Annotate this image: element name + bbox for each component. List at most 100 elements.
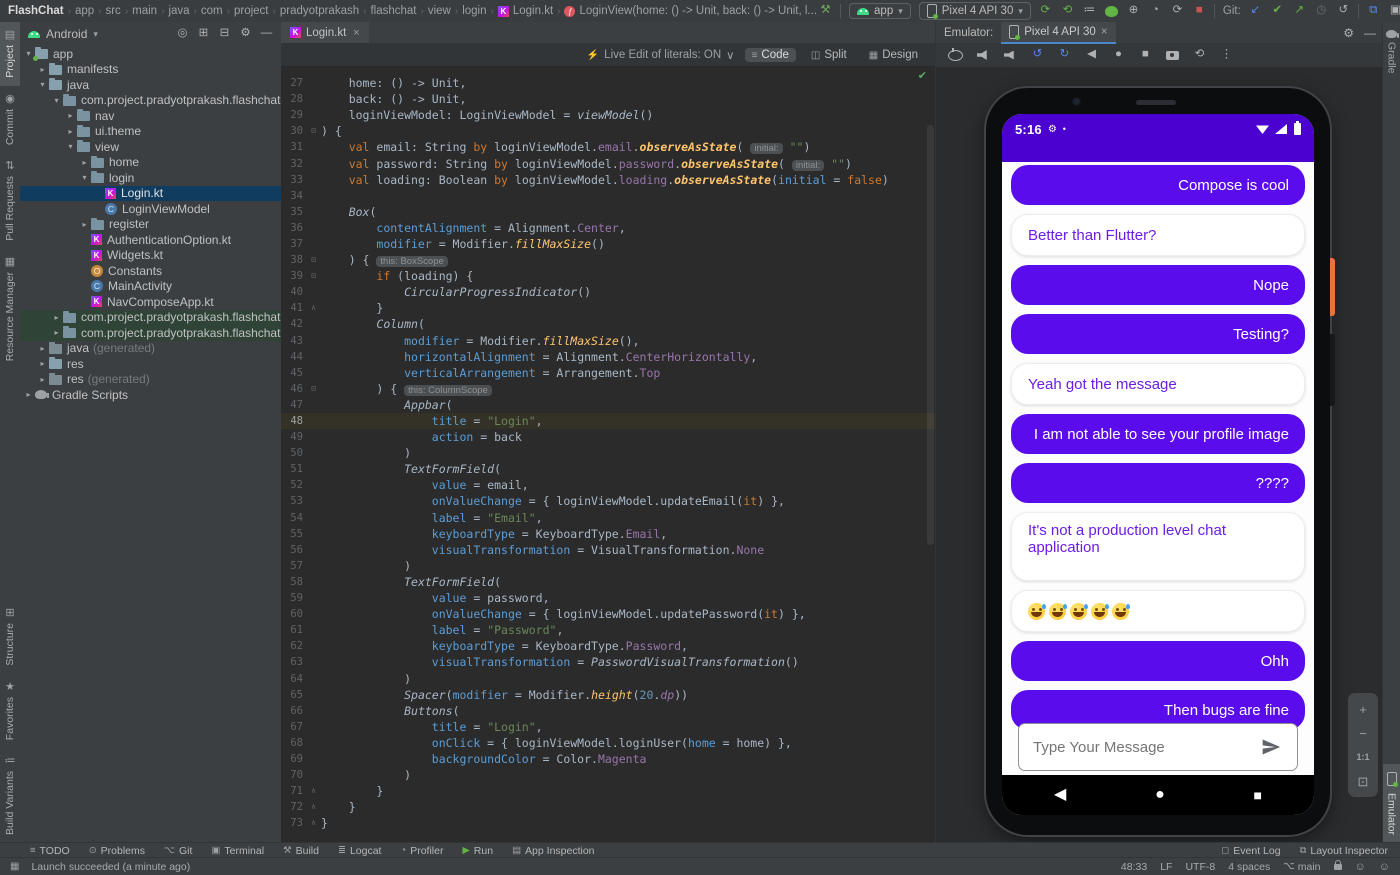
tree-item[interactable]: ▾view: [20, 139, 281, 155]
caret-position[interactable]: 48:33: [1121, 861, 1147, 873]
volume-up-icon[interactable]: [977, 50, 990, 60]
line-number[interactable]: 60: [281, 608, 308, 620]
volume-down-icon[interactable]: [1004, 51, 1017, 60]
tree-item[interactable]: ▸java(generated): [20, 341, 281, 357]
line-number[interactable]: 69: [281, 753, 308, 765]
settings-gear-icon[interactable]: ⚙: [1343, 26, 1354, 40]
profile-restart-icon[interactable]: ⟳: [1171, 4, 1184, 18]
line-number[interactable]: 66: [281, 705, 308, 717]
history-icon[interactable]: ◷: [1315, 4, 1328, 18]
line-number[interactable]: 51: [281, 463, 308, 475]
code-line[interactable]: 37 modifier = Modifier.fillMaxSize(): [281, 236, 935, 252]
code-line[interactable]: 52 value = email,: [281, 477, 935, 493]
code-line[interactable]: 34: [281, 188, 935, 204]
code-area[interactable]: 27 home: () -> Unit,28 back: () -> Unit,…: [281, 65, 935, 843]
code-line[interactable]: 71∧ }: [281, 783, 935, 799]
tool-strip-emulator[interactable]: Emulator: [1383, 764, 1400, 843]
code-line[interactable]: 43 modifier = Modifier.fillMaxSize(),: [281, 333, 935, 349]
volume-button[interactable]: [1330, 334, 1335, 406]
tree-item[interactable]: LoginViewModel: [20, 201, 281, 217]
collapse-all-icon[interactable]: ⊟: [218, 27, 231, 41]
recents-button[interactable]: ■: [1254, 788, 1262, 802]
code-line[interactable]: 35 Box(: [281, 204, 935, 220]
tree-chevron-icon[interactable]: ▸: [36, 359, 49, 368]
sidebar-item-structure[interactable]: ⊞Structure: [0, 600, 20, 674]
code-line[interactable]: 48 title = "Login",: [281, 413, 935, 429]
tree-item[interactable]: ▸com.project.pradyotprakash.flashchat(te…: [20, 325, 281, 341]
code-line[interactable]: 69 backgroundColor = Color.Magenta: [281, 751, 935, 767]
line-number[interactable]: 55: [281, 528, 308, 540]
send-icon[interactable]: [1259, 737, 1283, 757]
fold-marker-icon[interactable]: ∧: [308, 304, 319, 312]
editor-tab[interactable]: Login.kt ×: [281, 22, 369, 43]
back-button[interactable]: ◀: [1054, 787, 1066, 803]
code-line[interactable]: 38⊟ ) { this: BoxScope: [281, 252, 935, 268]
line-number[interactable]: 44: [281, 351, 308, 363]
message-input[interactable]: Type Your Message: [1018, 723, 1298, 771]
fold-marker-icon[interactable]: ⊟: [308, 272, 319, 280]
code-line[interactable]: 53 onValueChange = { loginViewModel.upda…: [281, 493, 935, 509]
running-devices-icon[interactable]: ▣: [1389, 4, 1400, 18]
breadcrumb-item[interactable]: com: [201, 5, 223, 17]
breadcrumb-item[interactable]: view: [428, 5, 451, 17]
tree-chevron-icon[interactable]: ▸: [36, 65, 49, 74]
build-hammer-icon[interactable]: ⚒: [819, 4, 832, 18]
git-branch[interactable]: ⌥ main: [1283, 861, 1320, 873]
line-number[interactable]: 54: [281, 512, 308, 524]
code-line[interactable]: 36 contentAlignment = Alignment.Center,: [281, 220, 935, 236]
indent-setting[interactable]: 4 spaces: [1228, 861, 1270, 873]
update-project-icon[interactable]: ↙: [1249, 4, 1262, 18]
sidebar-item-commit[interactable]: ◉Commit: [0, 86, 20, 153]
line-number[interactable]: 47: [281, 399, 308, 411]
line-separator[interactable]: LF: [1160, 861, 1172, 873]
rollback-icon[interactable]: ↺: [1337, 4, 1350, 18]
breadcrumb-function[interactable]: f LoginView(home: () -> Unit, back: () -…: [564, 5, 817, 17]
tree-chevron-icon[interactable]: ▸: [36, 375, 49, 384]
tree-chevron-icon[interactable]: ▾: [78, 173, 91, 182]
back-icon[interactable]: ◀: [1085, 48, 1098, 62]
code-line[interactable]: 63 visualTransformation = PasswordVisual…: [281, 654, 935, 670]
line-number[interactable]: 40: [281, 286, 308, 298]
breadcrumb-item[interactable]: flashchat: [370, 5, 416, 17]
sidebar-item-resource-manager[interactable]: ▦Resource Manager: [0, 249, 20, 369]
line-number[interactable]: 29: [281, 109, 308, 121]
code-line[interactable]: 70 ): [281, 767, 935, 783]
push-icon[interactable]: ↗: [1293, 4, 1306, 18]
tree-item[interactable]: ▾java: [20, 77, 281, 93]
line-number[interactable]: 37: [281, 238, 308, 250]
line-number[interactable]: 71: [281, 785, 308, 797]
status-face-icon[interactable]: ☺: [1379, 861, 1390, 873]
code-line[interactable]: 27 home: () -> Unit,: [281, 75, 935, 91]
line-number[interactable]: 67: [281, 721, 308, 733]
fold-marker-icon[interactable]: ∧: [308, 803, 319, 811]
code-line[interactable]: 60 onValueChange = { loginViewModel.upda…: [281, 606, 935, 622]
code-line[interactable]: 31 val email: String by loginViewModel.e…: [281, 139, 935, 155]
tree-item[interactable]: Widgets.kt: [20, 248, 281, 264]
code-line[interactable]: 50 ): [281, 445, 935, 461]
code-line[interactable]: 62 keyboardType = KeyboardType.Password,: [281, 638, 935, 654]
zoom-in-button[interactable]: +: [1357, 697, 1370, 721]
line-number[interactable]: 65: [281, 689, 308, 701]
tree-chevron-icon[interactable]: ▸: [22, 390, 35, 399]
fold-marker-icon[interactable]: ∧: [308, 787, 319, 795]
line-number[interactable]: 56: [281, 544, 308, 556]
close-icon[interactable]: ×: [353, 27, 359, 39]
code-line[interactable]: 51 TextFormField(: [281, 461, 935, 477]
tree-item[interactable]: ▸home: [20, 155, 281, 171]
code-line[interactable]: 32 val password: String by loginViewMode…: [281, 155, 935, 171]
toolwindow-button-event-log[interactable]: ◻Event Log: [1221, 845, 1280, 857]
line-number[interactable]: 39: [281, 270, 308, 282]
line-number[interactable]: 45: [281, 367, 308, 379]
code-line[interactable]: 49 action = back: [281, 429, 935, 445]
debug-icon[interactable]: [1105, 6, 1118, 17]
rerun-icon[interactable]: ⟳: [1039, 4, 1052, 18]
snapshot-icon[interactable]: ⟲: [1193, 48, 1206, 62]
zoom-reset-button[interactable]: 1:1: [1356, 745, 1369, 769]
power-icon[interactable]: [948, 50, 963, 61]
tree-item[interactable]: ▾app: [20, 46, 281, 62]
line-number[interactable]: 32: [281, 158, 308, 170]
code-line[interactable]: 30⊟) {: [281, 123, 935, 139]
code-line[interactable]: 47 Appbar(: [281, 397, 935, 413]
rotate-right-icon[interactable]: ↻: [1058, 48, 1071, 62]
device-manager-icon[interactable]: ⧉: [1367, 4, 1380, 18]
